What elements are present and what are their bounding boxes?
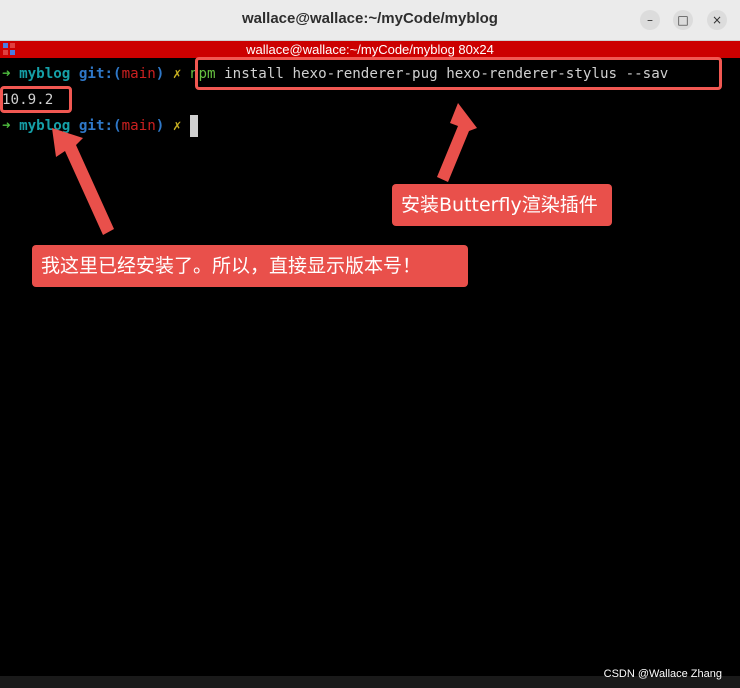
annotation-arrows [52, 103, 477, 235]
install-arrow-icon [437, 103, 477, 182]
install-plugin-callout: 安装Butterfly渲染插件 [392, 184, 612, 226]
version-callout: 我这里已经安装了。所以，直接显示版本号！ [32, 245, 468, 287]
version-arrow-icon [52, 128, 114, 235]
terminal-window: wallace@wallace:~/myCode/myblog – □ × wa… [0, 0, 740, 688]
watermark: CSDN @Wallace Zhang [603, 668, 722, 680]
